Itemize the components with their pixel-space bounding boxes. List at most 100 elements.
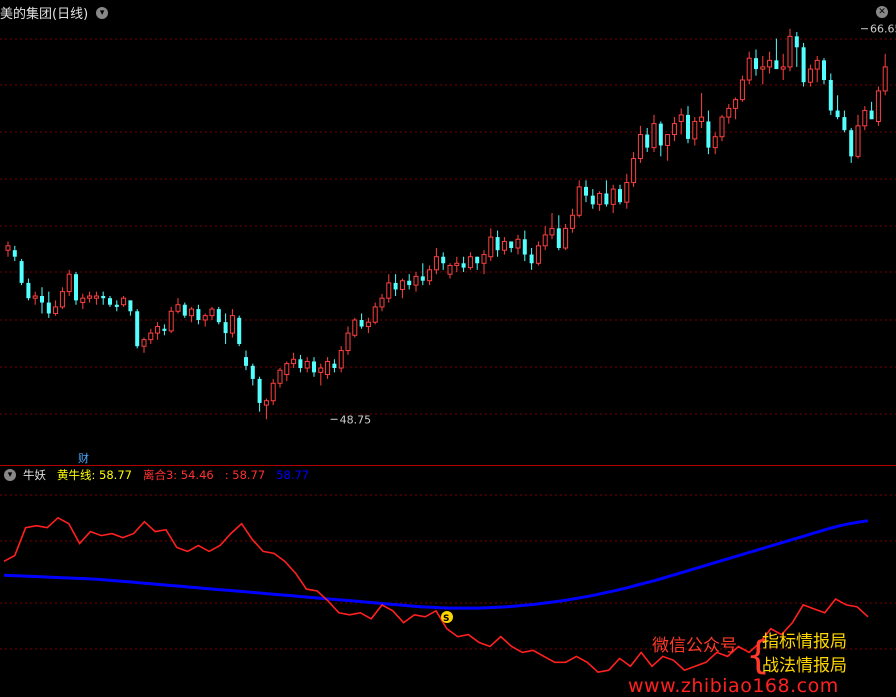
candle-body-up xyxy=(699,116,705,122)
candle-body-up xyxy=(141,339,147,347)
candle-body-up xyxy=(569,214,575,229)
candle-body-down xyxy=(40,296,44,303)
candle-body-down xyxy=(801,47,806,83)
candle-body-down xyxy=(822,60,826,80)
candle-body-up xyxy=(488,236,494,258)
candle-body-up xyxy=(515,238,521,249)
candle-body-up xyxy=(318,367,324,373)
candle-body-up xyxy=(284,363,290,376)
candle-body-up xyxy=(338,350,344,369)
candle-body-up xyxy=(882,66,888,92)
signal-marker-icon: S xyxy=(443,614,449,624)
candle-body-down xyxy=(393,282,398,290)
candle-body-up xyxy=(481,254,487,264)
candle-body-up xyxy=(291,358,297,365)
candle-body-up xyxy=(631,158,637,184)
candle-body-down xyxy=(774,60,779,70)
candle-body-down xyxy=(108,298,112,305)
chevron-down-icon[interactable]: ▾ xyxy=(96,6,109,19)
candle-body-up xyxy=(66,273,72,293)
candle-body-down xyxy=(828,80,833,111)
candle-body-up xyxy=(678,114,684,122)
candle-body-down xyxy=(312,361,316,373)
candle-body-up xyxy=(733,99,739,109)
candle-body-up xyxy=(87,295,93,299)
candle-body-down xyxy=(128,300,133,312)
candle-body-down xyxy=(46,302,51,314)
candle-body-up xyxy=(535,245,541,264)
candle-body-up xyxy=(372,306,378,323)
candle-body-up xyxy=(155,326,161,334)
indicator-name: 牛妖 xyxy=(23,468,46,482)
candle-body-down xyxy=(135,311,140,347)
candle-body-up xyxy=(189,308,195,317)
candle-body-up xyxy=(345,332,351,352)
watermark-url: www.zhibiao168.com xyxy=(628,675,839,697)
candle-body-down xyxy=(604,193,609,205)
candle-body-down xyxy=(475,256,480,264)
candle-body-down xyxy=(835,110,840,118)
candle-body-down xyxy=(658,123,663,146)
candle-body-up xyxy=(270,382,276,402)
candlestick-pane[interactable]: 66.65 48.75 财 美的集团(日线) ▾ ✕ xyxy=(0,0,896,466)
candle-body-up xyxy=(5,245,11,251)
candle-body-down xyxy=(495,237,500,251)
candle-body-up xyxy=(712,136,718,149)
candle-body-up xyxy=(739,79,745,101)
candle-body-down xyxy=(754,58,758,70)
candle-body-down xyxy=(237,317,242,344)
candle-body-down xyxy=(849,130,854,157)
candle-body-up xyxy=(597,192,603,205)
candle-body-up xyxy=(175,304,181,312)
candle-body-down xyxy=(216,309,221,323)
candle-body-up xyxy=(760,66,766,70)
candle-body-up xyxy=(433,256,439,271)
candle-body-up xyxy=(93,295,99,299)
candle-body-up xyxy=(386,282,392,299)
candle-body-up xyxy=(399,280,405,290)
candle-body-up xyxy=(746,57,752,81)
candle-body-up xyxy=(665,134,671,146)
watermark: 微信公众号 { 指标情报局 战法情报局 www.zhibiao168.com xyxy=(628,625,890,697)
candle-body-up xyxy=(862,110,868,127)
close-icon[interactable]: ✕ xyxy=(876,6,888,18)
candle-body-down xyxy=(645,134,650,148)
candle-body-up xyxy=(263,400,269,406)
candle-body-up xyxy=(610,188,616,205)
candle-body-up xyxy=(121,297,127,306)
extra-value-label: : 58.77 xyxy=(224,468,266,482)
candle-body-up xyxy=(542,234,548,247)
candle-body-down xyxy=(407,280,412,286)
candle-body-down xyxy=(12,250,17,257)
candle-body-down xyxy=(794,36,799,48)
stock-title: 美的集团(日线) xyxy=(0,7,89,22)
candlestick-chart[interactable]: 66.65 48.75 财 xyxy=(0,0,896,465)
watermark-line2: 战法情报局 xyxy=(762,656,847,676)
candle-body-up xyxy=(501,240,507,251)
candle-body-up xyxy=(855,125,861,157)
candle-body-down xyxy=(441,256,446,264)
indicator-pane[interactable]: S ▾ 牛妖 黄牛线: 58.77 离合3: 54.46 : 58.77 58.… xyxy=(0,466,896,697)
candle-body-up xyxy=(352,319,358,336)
candle-body-down xyxy=(584,186,588,196)
candle-body-down xyxy=(26,282,31,299)
candle-body-down xyxy=(359,320,364,327)
candle-body-down xyxy=(686,114,690,139)
candle-body-down xyxy=(420,276,425,281)
candle-body-up xyxy=(671,123,677,136)
candle-body-up xyxy=(814,59,820,70)
candle-body-up xyxy=(726,107,732,118)
candle-body-down xyxy=(556,228,561,248)
candle-body-down xyxy=(509,241,514,248)
candle-body-down xyxy=(101,296,106,299)
candle-body-up xyxy=(563,227,569,249)
candle-body-down xyxy=(257,378,262,403)
candle-body-up xyxy=(209,308,215,317)
settings-icon[interactable]: ▾ xyxy=(4,469,16,481)
candle-body-up xyxy=(168,310,174,332)
yellow-line-label: 黄牛线: 58.77 xyxy=(57,468,132,482)
candle-body-up xyxy=(53,306,59,314)
candle-body-up xyxy=(719,116,725,138)
candle-body-down xyxy=(196,309,201,320)
candle-body-up xyxy=(454,262,460,266)
